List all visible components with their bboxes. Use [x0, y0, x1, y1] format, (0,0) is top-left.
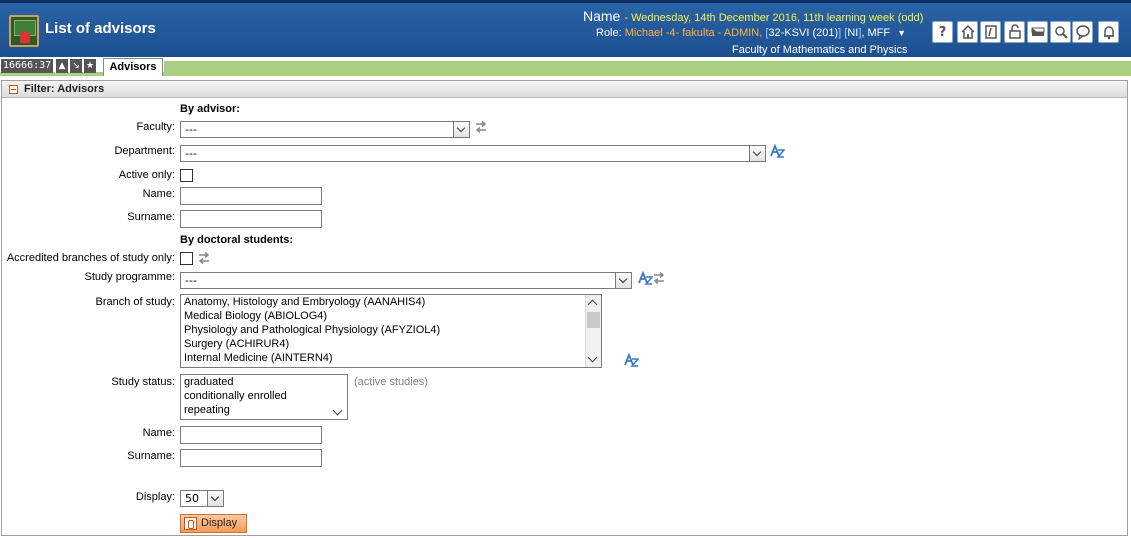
- branch-listbox[interactable]: Anatomy, Histology and Embryology (AANAH…: [180, 294, 602, 368]
- chevron-down-icon[interactable]: [615, 273, 631, 288]
- section-by-students: By doctoral students:: [180, 234, 294, 246]
- filter-header[interactable]: Filter: Advisors: [2, 81, 1127, 98]
- role-line: Role: Michael -4- fakulta - ADMIN, [32-K…: [596, 27, 907, 39]
- chevron-down-icon[interactable]: [207, 491, 223, 506]
- accredited-checkbox[interactable]: [180, 252, 193, 265]
- role-faculty-code: , MFF: [861, 27, 891, 39]
- department-select[interactable]: ---: [180, 145, 766, 162]
- bell-icon[interactable]: [1098, 21, 1119, 43]
- open-new-icon[interactable]: ↘: [69, 59, 82, 73]
- faculty-label: Faculty:: [136, 121, 175, 133]
- top-header: List of advisors Name - Wednesday, 14th D…: [0, 0, 1131, 57]
- display-label: Display:: [135, 491, 175, 503]
- favorite-star-icon[interactable]: ★: [83, 59, 96, 73]
- student-surname-input[interactable]: [180, 449, 322, 467]
- list-item[interactable]: Medical Biology (ABIOLOG4): [181, 309, 601, 323]
- role-label: Role:: [596, 27, 622, 39]
- list-item[interactable]: Physiology and Pathological Physiology (…: [181, 323, 601, 337]
- help-icon[interactable]: ?: [932, 21, 953, 43]
- role-code-ni[interactable]: NI: [847, 27, 858, 39]
- branch-label: Branch of study:: [95, 296, 176, 308]
- current-date: - Wednesday, 14th December 2016, 11th le…: [624, 12, 924, 24]
- name-line: Name - Wednesday, 14th December 2016, 11t…: [583, 8, 928, 24]
- chevron-down-icon[interactable]: [749, 146, 765, 161]
- app-logo-icon: [9, 15, 39, 47]
- chevron-down-icon[interactable]: [453, 122, 469, 137]
- faculty-select[interactable]: ---: [180, 121, 470, 138]
- display-count-select[interactable]: 50: [180, 490, 224, 507]
- tab-advisors[interactable]: Advisors: [103, 58, 163, 76]
- list-item[interactable]: Surgery (ACHIRUR4): [181, 337, 601, 351]
- scroll-down-icon[interactable]: [587, 352, 598, 363]
- status-label: Study status:: [111, 376, 175, 388]
- programme-value: ---: [185, 274, 197, 287]
- active-only-label: Active only:: [118, 169, 175, 181]
- active-only-checkbox[interactable]: [180, 169, 193, 182]
- status-hint: (active studies): [354, 376, 428, 388]
- display-count-value: 50: [185, 492, 199, 505]
- collapse-icon[interactable]: [9, 85, 18, 94]
- scroll-down-icon[interactable]: [332, 405, 343, 416]
- name-label: Name:: [142, 188, 175, 200]
- status-listbox[interactable]: graduated conditionally enrolled repeati…: [180, 374, 348, 420]
- programme-select[interactable]: ---: [180, 272, 632, 289]
- scroll-thumb[interactable]: [587, 312, 600, 328]
- role-department[interactable]: 32-KSVI (201): [768, 27, 838, 39]
- display-button[interactable]: Display: [180, 514, 247, 533]
- department-label: Department:: [114, 145, 175, 157]
- up-arrow-icon[interactable]: ▲: [55, 59, 68, 73]
- accredited-label: Accredited branches of study only:: [6, 252, 175, 264]
- filter-panel: Filter: Advisors By advisor: Faculty: --…: [1, 80, 1128, 536]
- student-name-input[interactable]: [180, 426, 322, 444]
- home-icon[interactable]: [957, 21, 978, 43]
- list-item[interactable]: repeating: [181, 403, 347, 417]
- surname-label: Surname:: [127, 211, 175, 223]
- alphabet-search-icon[interactable]: [624, 353, 639, 367]
- swap-arrows-icon[interactable]: [197, 252, 211, 264]
- flag-icon[interactable]: [1027, 21, 1048, 43]
- list-item[interactable]: Anatomy, Histology and Embryology (AANAH…: [181, 295, 601, 309]
- role-value[interactable]: Michael -4- fakulta - ADMIN,: [625, 27, 763, 39]
- alphabet-search-icon[interactable]: [770, 144, 785, 158]
- page-title: List of advisors: [45, 20, 156, 37]
- swap-arrows-icon[interactable]: [652, 272, 666, 284]
- scroll-up-icon[interactable]: [587, 299, 598, 310]
- role-dropdown-icon[interactable]: ▼: [897, 28, 906, 38]
- status-scrollbar[interactable]: [331, 375, 347, 419]
- display-button-icon: [184, 517, 197, 530]
- swap-arrows-icon[interactable]: [474, 121, 488, 133]
- lock-icon[interactable]: [1004, 21, 1025, 43]
- user-info: Name - Wednesday, 14th December 2016, 11t…: [583, 8, 928, 56]
- name2-label: Name:: [142, 427, 175, 439]
- name-input[interactable]: [180, 187, 322, 205]
- faculty-value: ---: [185, 123, 197, 136]
- session-id: 16666:37: [1, 59, 53, 73]
- surname2-label: Surname:: [127, 450, 175, 462]
- filter-title: Filter: Advisors: [24, 83, 105, 95]
- branch-scrollbar[interactable]: [585, 295, 601, 367]
- section-by-advisor: By advisor:: [180, 103, 240, 115]
- notes-icon[interactable]: [980, 21, 1001, 43]
- department-value: ---: [185, 147, 197, 160]
- alphabet-search-icon[interactable]: [638, 271, 653, 285]
- surname-input[interactable]: [180, 210, 322, 228]
- tab-bar: 16666:37 ▲ ↘ ★ Advisors: [0, 57, 1131, 76]
- display-button-label: Display: [201, 517, 238, 529]
- chat-icon[interactable]: [1072, 21, 1093, 43]
- faculty-name: Faculty of Mathematics and Physics: [732, 44, 908, 56]
- list-item[interactable]: Internal Medicine (AINTERN4): [181, 351, 601, 365]
- user-name: Name: [583, 8, 621, 24]
- list-item[interactable]: conditionally enrolled: [181, 389, 347, 403]
- search-abc-icon[interactable]: [1050, 21, 1071, 43]
- tab-bar-fill: [164, 61, 1131, 72]
- programme-label: Study programme:: [84, 271, 175, 283]
- list-item[interactable]: graduated: [181, 375, 347, 389]
